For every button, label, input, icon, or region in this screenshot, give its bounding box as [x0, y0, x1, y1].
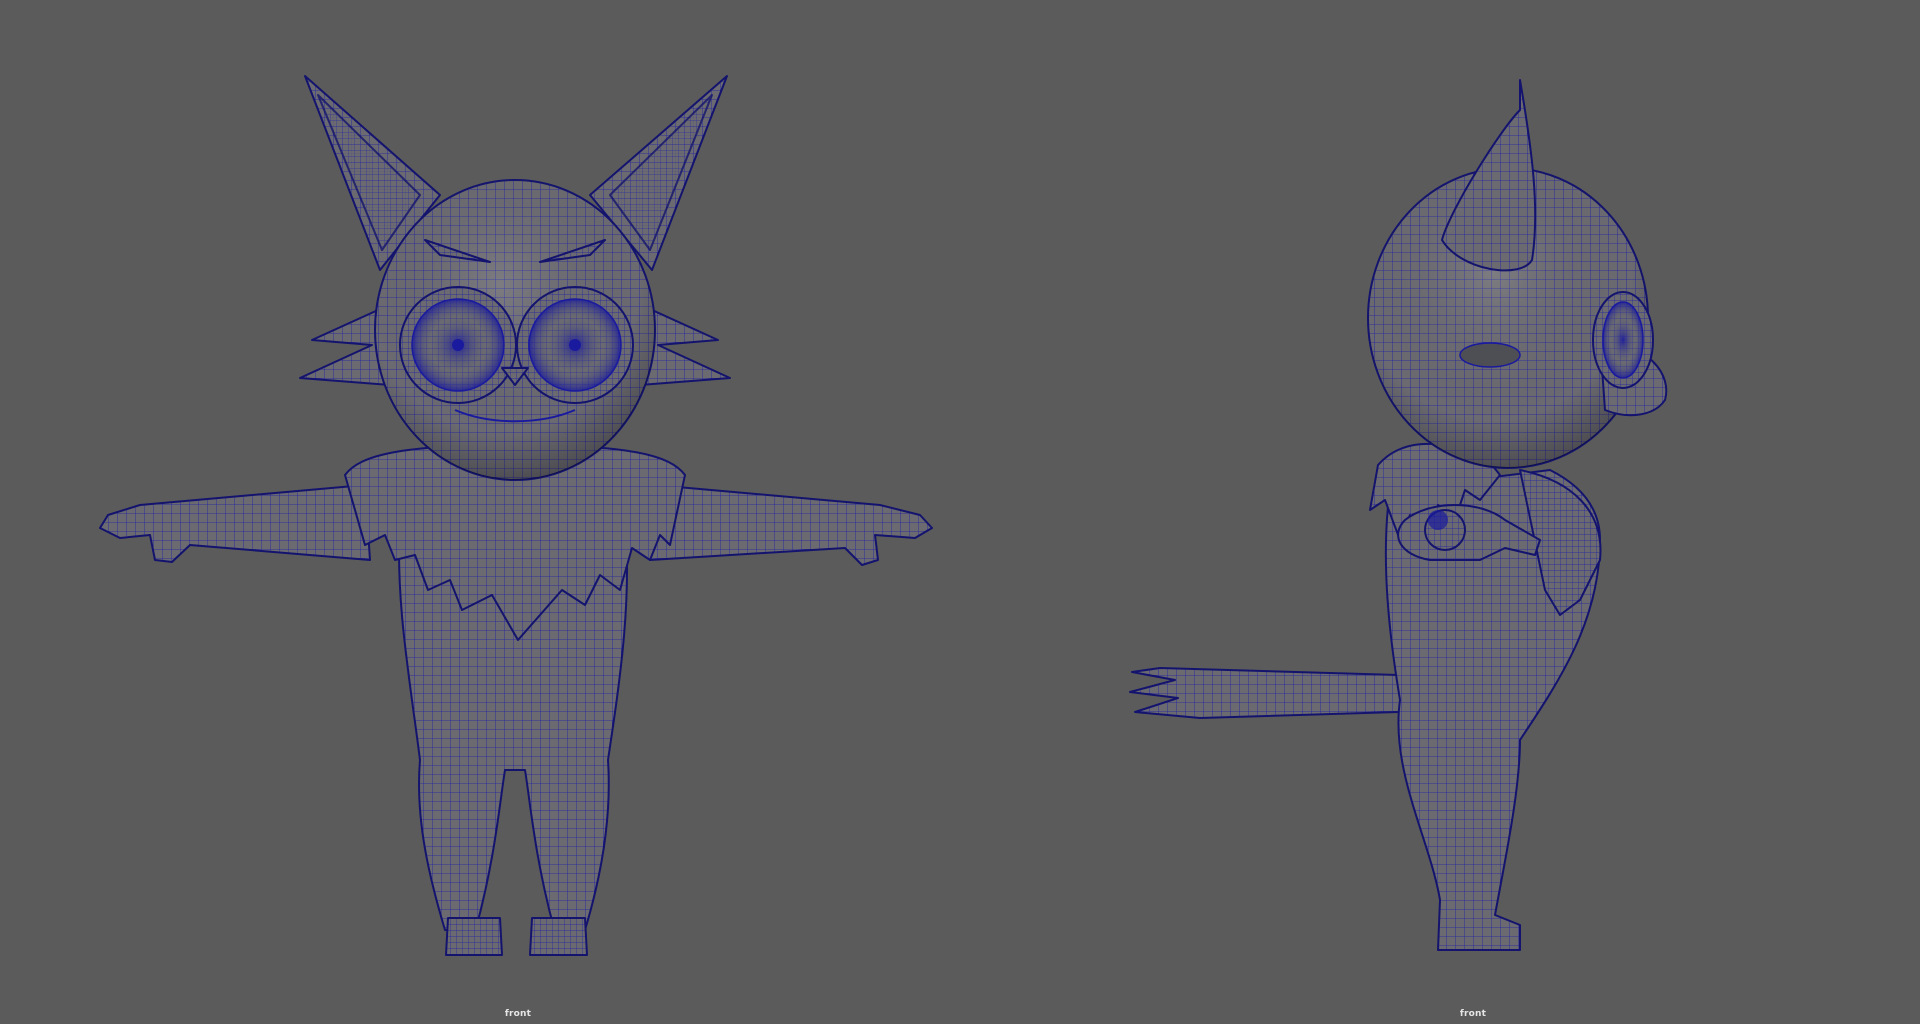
viewport-front[interactable]: front [0, 0, 960, 1024]
right-arm [649, 484, 933, 566]
right-foot [529, 917, 588, 956]
tail [1129, 667, 1401, 719]
viewport-workspace: front front [0, 0, 1920, 1024]
camera-label-side: front [1459, 1009, 1487, 1019]
camera-label-front: front [504, 1009, 532, 1019]
front-view-model[interactable] [0, 0, 960, 1024]
ear-hole [1459, 342, 1521, 368]
viewport-side[interactable]: front [960, 0, 1920, 1024]
ear-side [1441, 79, 1537, 272]
left-arm [99, 484, 371, 563]
side-view-model[interactable] [960, 0, 1920, 1024]
left-foot [445, 917, 503, 956]
